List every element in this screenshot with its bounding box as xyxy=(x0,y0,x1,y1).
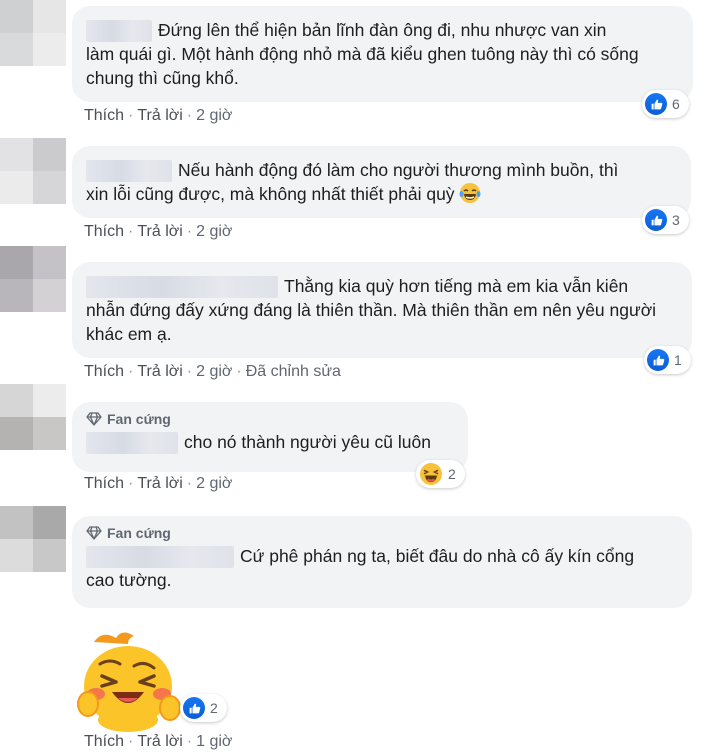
comment-text: cho nó thành người yêu cũ luôn xyxy=(184,432,431,452)
like-icon xyxy=(645,209,667,231)
edited-label[interactable]: Đã chỉnh sửa xyxy=(246,363,341,380)
avatar[interactable] xyxy=(0,0,66,66)
avatar[interactable] xyxy=(0,246,66,312)
reply-button[interactable]: Trả lời xyxy=(137,107,182,124)
comment-actions: Thích · Trả lời · 2 giờ xyxy=(84,107,233,124)
timestamp[interactable]: 2 giờ xyxy=(196,475,232,492)
like-icon xyxy=(183,697,205,719)
badge-label: Fan cứng xyxy=(107,525,171,541)
reply-button[interactable]: Trả lời xyxy=(137,363,182,380)
reply-button[interactable]: Trả lời xyxy=(137,733,182,750)
comment-bubble: Fan cứng cho nó thành người yêu cũ luôn xyxy=(72,402,468,472)
like-icon xyxy=(647,349,669,371)
like-button[interactable]: Thích xyxy=(84,223,124,240)
like-button[interactable]: Thích xyxy=(84,107,124,124)
comment-actions: Thích · Trả lời · 2 giờ · Đã chỉnh sửa xyxy=(84,363,341,380)
comment-actions: Thích · Trả lời · 2 giờ xyxy=(84,475,233,492)
like-button[interactable]: Thích xyxy=(84,363,124,380)
comment-text: Nếu hành động đó làm cho người thương mì… xyxy=(178,160,619,180)
avatar[interactable] xyxy=(0,138,66,204)
reaction-summary[interactable]: 6 xyxy=(642,90,689,118)
reaction-count: 2 xyxy=(210,700,218,716)
reaction-summary[interactable]: 2 xyxy=(180,694,227,722)
haha-icon xyxy=(420,463,442,485)
author-name[interactable] xyxy=(86,546,234,569)
author-name[interactable] xyxy=(86,432,178,455)
comment-text: Đứng lên thể hiện bản lĩnh đàn ông đi, n… xyxy=(158,20,607,40)
reaction-count: 1 xyxy=(674,352,682,368)
comment-text: Cứ phê phán ng ta, biết đâu do nhà cô ấy… xyxy=(240,546,635,566)
reply-button[interactable]: Trả lời xyxy=(137,223,182,240)
fan-badge[interactable]: Fan cứng xyxy=(86,410,454,428)
timestamp[interactable]: 2 giờ xyxy=(196,107,232,124)
comment-text-continued: xin lỗi cũng được, mà không nhất thiết p… xyxy=(86,184,455,205)
laughing-tears-emoji xyxy=(459,183,481,204)
diamond-icon xyxy=(86,412,102,426)
comment-text-continued: nhẫn đứng đấy xứng đáng là thiên thần. M… xyxy=(86,300,657,345)
comment-text-continued: cao tường. xyxy=(86,570,172,591)
reaction-count: 6 xyxy=(672,96,680,112)
comment-text-continued: làm quái gì. Một hành động nhỏ mà đã kiể… xyxy=(86,44,639,89)
comment-actions: Thích · Trả lời · 1 giờ xyxy=(84,733,233,750)
avatar[interactable] xyxy=(0,384,66,450)
author-name[interactable] xyxy=(86,276,278,299)
diamond-icon xyxy=(86,526,102,540)
like-button[interactable]: Thích xyxy=(84,733,124,750)
reply-button[interactable]: Trả lời xyxy=(137,475,182,492)
comment-bubble: Đứng lên thể hiện bản lĩnh đàn ông đi, n… xyxy=(72,6,693,102)
reaction-summary[interactable]: 1 xyxy=(644,346,691,374)
badge-label: Fan cứng xyxy=(107,411,171,427)
timestamp[interactable]: 2 giờ xyxy=(196,223,232,240)
author-name[interactable] xyxy=(86,20,152,43)
comment-thread: Đứng lên thể hiện bản lĩnh đàn ông đi, n… xyxy=(0,0,713,754)
reaction-summary[interactable]: 3 xyxy=(642,206,689,234)
reaction-count: 3 xyxy=(672,212,680,228)
comment-bubble: Thằng kia quỳ hơn tiếng mà em kia vẫn ki… xyxy=(72,262,692,358)
comment-bubble: Nếu hành động đó làm cho người thương mì… xyxy=(72,146,691,218)
yellow-chick-sticker xyxy=(77,632,181,732)
reaction-summary[interactable]: 2 xyxy=(416,460,465,488)
author-name[interactable] xyxy=(86,160,172,183)
comment-bubble: Fan cứng Cứ phê phán ng ta, biết đâu do … xyxy=(72,516,692,608)
avatar[interactable] xyxy=(0,506,66,572)
comment-text: Thằng kia quỳ hơn tiếng mà em kia vẫn ki… xyxy=(284,276,629,296)
comment-actions: Thích · Trả lời · 2 giờ xyxy=(84,223,233,240)
fan-badge[interactable]: Fan cứng xyxy=(86,524,678,542)
timestamp[interactable]: 2 giờ xyxy=(196,363,232,380)
reaction-count: 2 xyxy=(448,466,456,482)
timestamp[interactable]: 1 giờ xyxy=(196,733,232,750)
like-button[interactable]: Thích xyxy=(84,475,124,492)
like-icon xyxy=(645,93,667,115)
